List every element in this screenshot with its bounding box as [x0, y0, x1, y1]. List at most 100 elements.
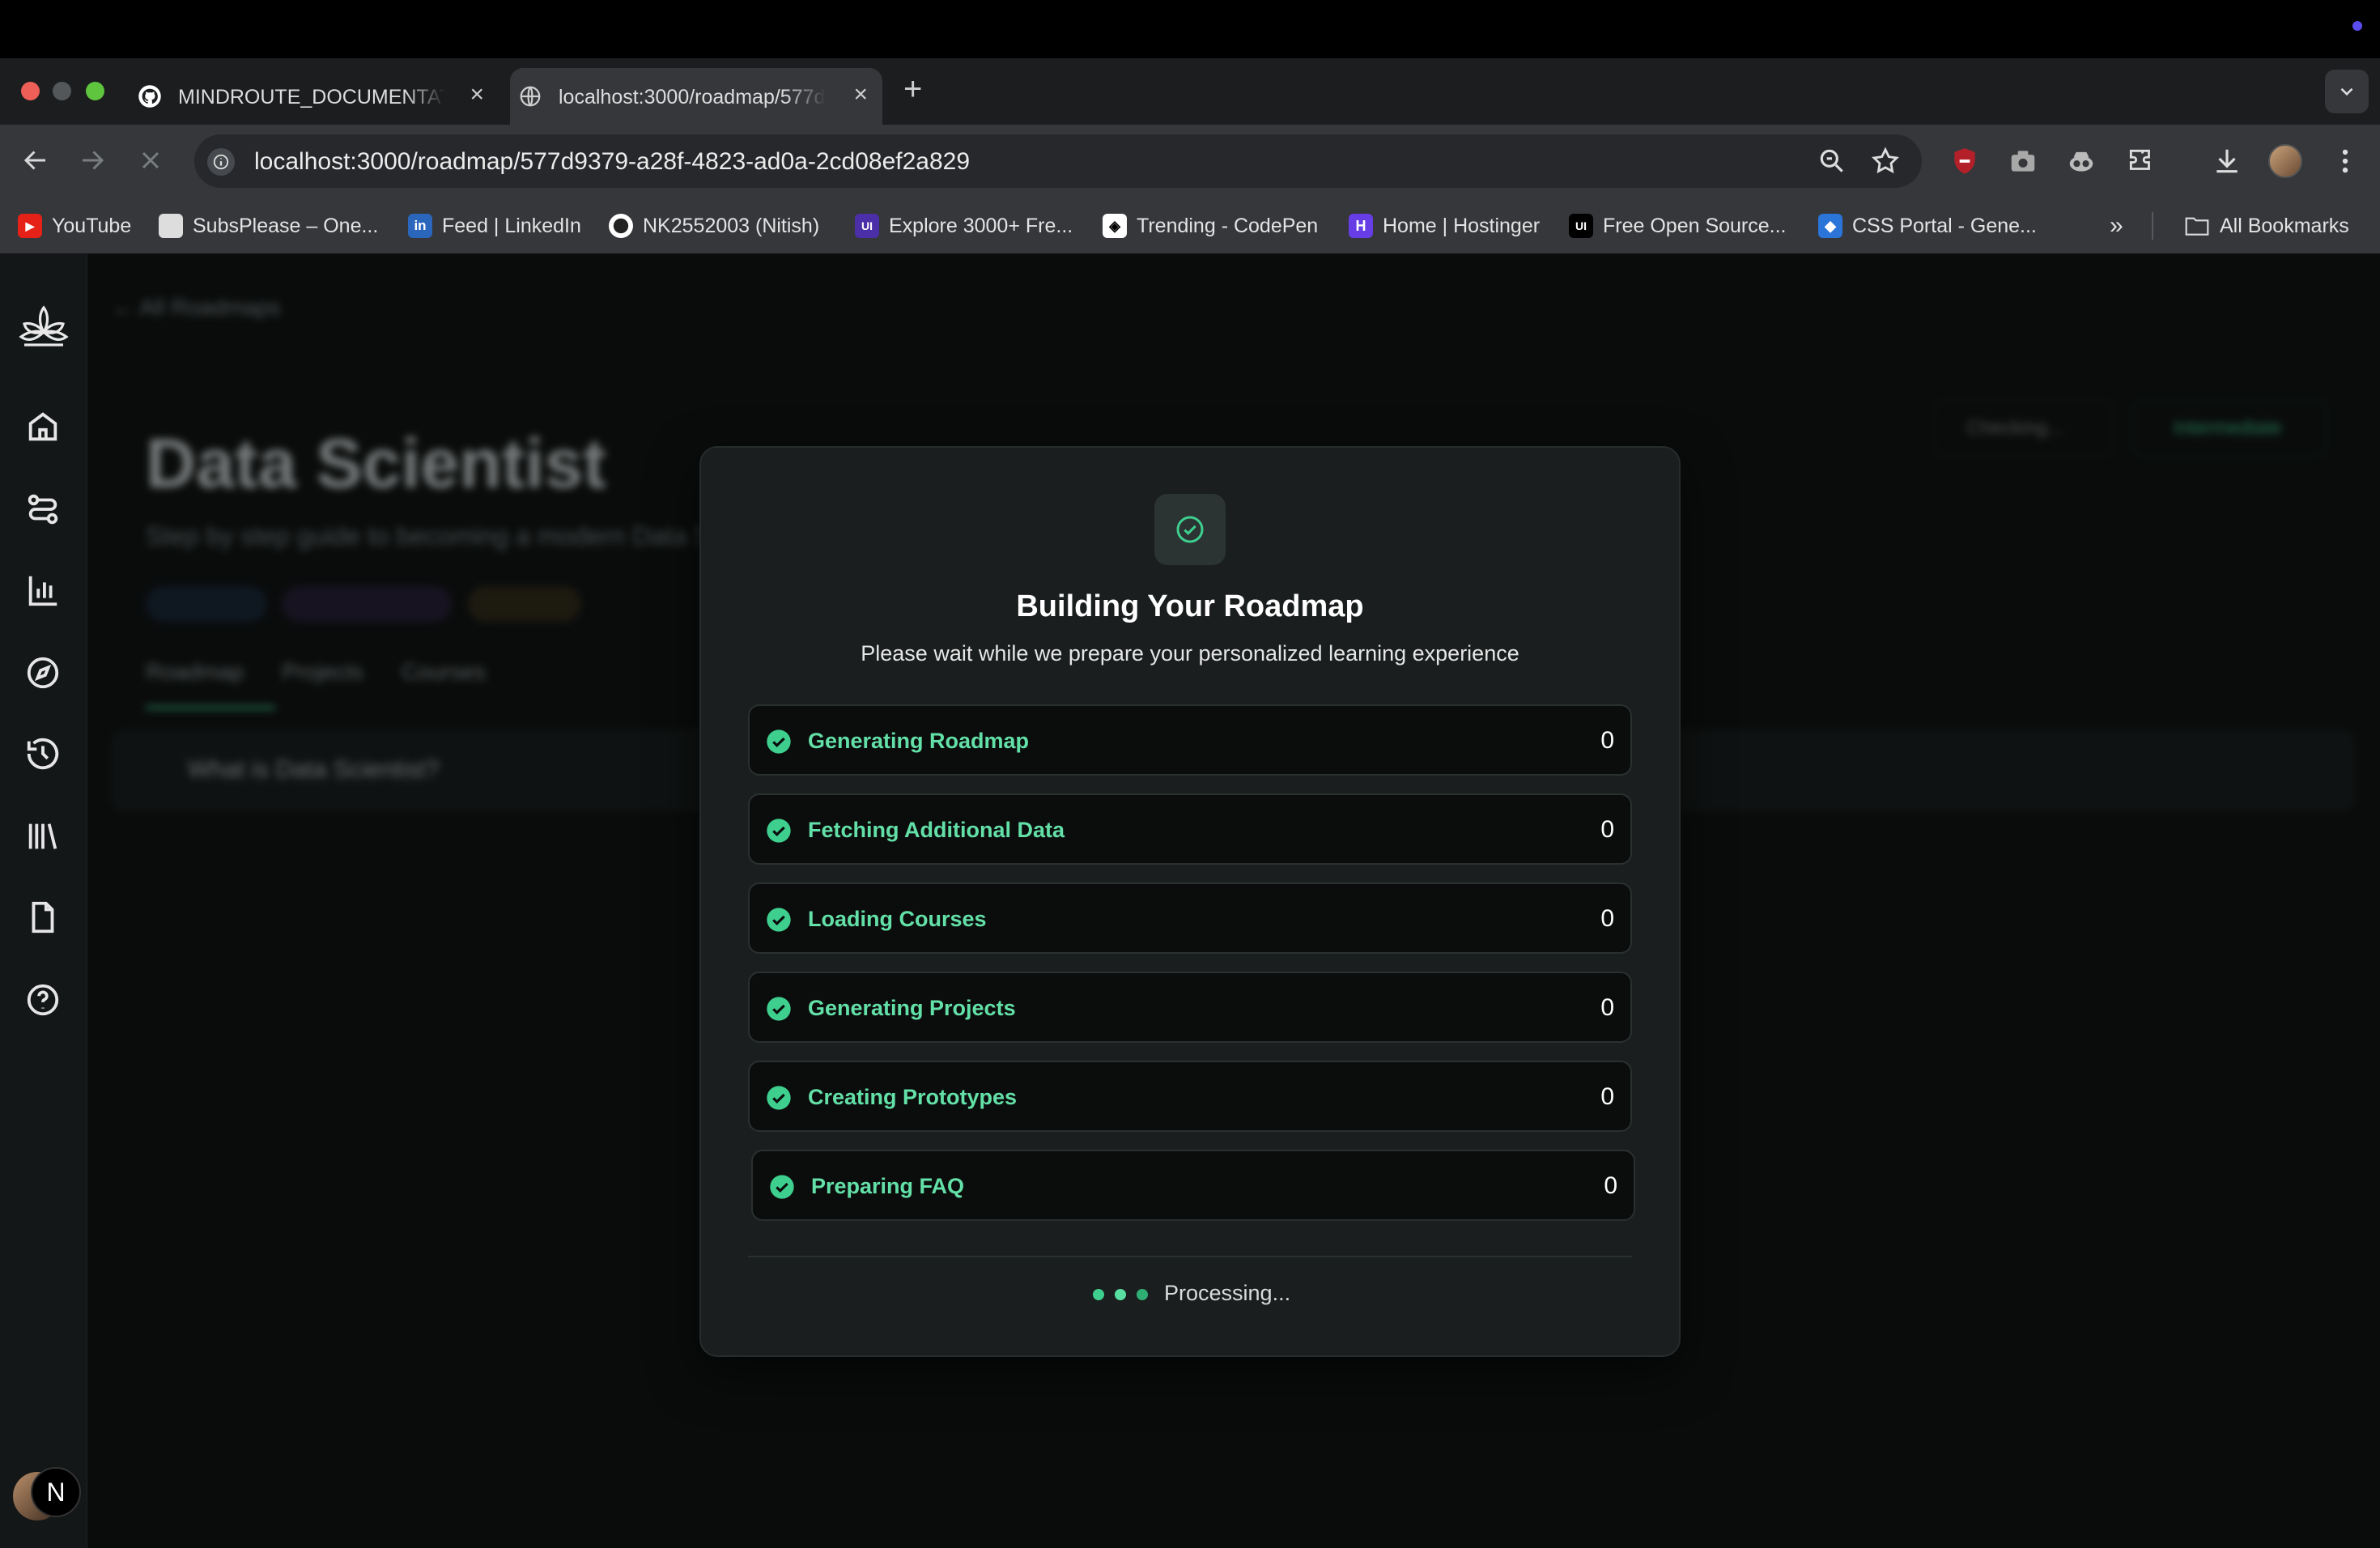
step-loading-courses: Loading Courses 0	[748, 882, 1632, 954]
background-tabs: Roadmap Projects Courses	[146, 659, 487, 684]
bookmark-subsplease[interactable]: SubsPlease – One...	[159, 212, 378, 240]
background-chip	[282, 586, 452, 622]
all-bookmarks-label: All Bookmarks	[2220, 214, 2349, 237]
bookmark-github[interactable]: NK2552003 (Nitish)	[609, 212, 819, 240]
linkedin-icon: in	[408, 214, 432, 238]
extensions-puzzle-icon[interactable]	[2126, 146, 2157, 176]
bookmark-linkedin[interactable]: in Feed | LinkedIn	[408, 212, 581, 240]
lotus-logo-icon[interactable]	[11, 295, 76, 359]
zoom-icon[interactable]	[1817, 146, 1847, 176]
site-info-icon[interactable]	[207, 148, 235, 176]
ui-icon: UI	[1569, 214, 1593, 238]
check-circle-icon	[767, 819, 791, 843]
download-icon[interactable]	[2212, 146, 2242, 176]
step-creating-prototypes: Creating Prototypes 0	[748, 1061, 1632, 1132]
close-tab-icon[interactable]: ×	[853, 83, 868, 107]
step-generating-projects: Generating Projects 0	[748, 972, 1632, 1043]
modal-title: Building Your Roadmap	[1016, 589, 1364, 623]
more-menu-icon[interactable]	[2330, 146, 2361, 176]
new-tab-button[interactable]: +	[903, 73, 922, 105]
bookmark-free-open-source[interactable]: UI Free Open Source...	[1569, 212, 1787, 240]
roadmap-route-icon[interactable]	[24, 491, 62, 528]
step-count: 0	[1600, 994, 1614, 1021]
tab-title: MINDROUTE_DOCUMENTATION	[178, 86, 445, 108]
adblock-extension-icon[interactable]	[1949, 146, 1980, 176]
analytics-chart-icon[interactable]	[24, 572, 62, 609]
forward-arrow-icon[interactable]	[78, 146, 107, 175]
check-circle-icon	[767, 908, 791, 932]
loading-dots	[1093, 1289, 1148, 1300]
bookmark-label: NK2552003 (Nitish)	[643, 214, 820, 237]
loading-dot	[1093, 1289, 1104, 1300]
background-page-subtitle: Step by step guide to becoming a modern …	[146, 521, 793, 551]
minimize-window-button[interactable]	[53, 82, 71, 100]
check-circle-icon	[767, 1086, 791, 1110]
close-window-button[interactable]	[21, 82, 40, 100]
step-preparing-faq: Preparing FAQ 0	[751, 1150, 1635, 1221]
bookmark-label: CSS Portal - Gene...	[1852, 214, 2037, 237]
modal-divider	[748, 1256, 1632, 1257]
library-icon[interactable]	[24, 818, 62, 855]
globe-icon	[520, 86, 541, 107]
os-menu-bar	[0, 0, 2380, 58]
step-label: Creating Prototypes	[808, 1085, 1018, 1109]
hostinger-icon: H	[1349, 214, 1373, 238]
subsplease-icon	[159, 214, 183, 238]
profile-avatar[interactable]	[2268, 144, 2302, 178]
bookmark-label: SubsPlease – One...	[193, 214, 379, 237]
codepen-icon: ◈	[1103, 214, 1127, 238]
back-to-roadmaps-link: ← All Roadmaps	[112, 295, 281, 320]
close-tab-icon[interactable]: ×	[470, 83, 484, 107]
background-chip	[146, 586, 267, 622]
bookmark-uiverse[interactable]: UI Explore 3000+ Fre...	[855, 212, 1073, 240]
incognito-extension-icon[interactable]	[2066, 146, 2097, 176]
step-count: 0	[1600, 1083, 1614, 1110]
github-icon	[609, 214, 633, 238]
loading-dot	[1137, 1289, 1148, 1300]
step-label: Loading Courses	[808, 907, 987, 931]
folder-icon	[2185, 217, 2209, 236]
bookmark-css-portal[interactable]: ◆ CSS Portal - Gene...	[1818, 212, 2037, 240]
bookmark-star-icon[interactable]	[1870, 146, 1901, 176]
uiverse-icon: UI	[855, 214, 879, 238]
step-count: 0	[1600, 816, 1614, 843]
back-arrow-icon[interactable]	[21, 146, 50, 175]
tab-title: localhost:3000/roadmap/577d9379	[559, 86, 826, 108]
bookmark-codepen[interactable]: ◈ Trending - CodePen	[1103, 212, 1318, 240]
bookmark-label: Free Open Source...	[1603, 214, 1787, 237]
step-generating-roadmap: Generating Roadmap 0	[748, 704, 1632, 776]
bookmarks-divider	[2152, 212, 2153, 240]
bookmarks-overflow-button[interactable]: »	[2110, 212, 2123, 240]
browser-tab-roadmap[interactable]: localhost:3000/roadmap/577d9379 ×	[510, 68, 882, 125]
background-tab-underline	[146, 706, 275, 709]
bookmark-hostinger[interactable]: H Home | Hostinger	[1349, 212, 1540, 240]
modal-subtitle: Please wait while we prepare your person…	[861, 641, 1519, 666]
home-icon[interactable]	[24, 408, 62, 445]
stop-loading-icon[interactable]	[136, 146, 165, 175]
document-icon[interactable]	[24, 899, 62, 936]
help-icon[interactable]	[24, 981, 62, 1019]
check-circle-icon	[767, 997, 791, 1021]
all-bookmarks-button[interactable]: All Bookmarks	[2184, 212, 2349, 240]
user-initial-badge[interactable]: N	[31, 1467, 81, 1517]
browser-tab-documentation[interactable]: MINDROUTE_DOCUMENTATION ×	[130, 68, 499, 125]
explore-compass-icon[interactable]	[24, 654, 62, 691]
bookmark-label: Explore 3000+ Fre...	[889, 214, 1073, 237]
background-faq-text: What is Data Scientist?	[188, 756, 440, 783]
loading-dot	[1115, 1289, 1126, 1300]
maximize-window-button[interactable]	[86, 82, 104, 100]
bookmark-label: YouTube	[52, 214, 132, 237]
processing-status-text: Processing...	[1164, 1281, 1291, 1305]
bookmark-youtube[interactable]: ▶ YouTube	[18, 212, 131, 240]
step-label: Generating Projects	[808, 996, 1016, 1020]
step-count: 0	[1604, 1172, 1617, 1199]
check-circle-icon	[1176, 516, 1204, 543]
step-count: 0	[1600, 905, 1614, 932]
background-level-button: Intermediate	[2132, 400, 2327, 457]
url-text[interactable]: localhost:3000/roadmap/577d9379-a28f-482…	[254, 148, 970, 176]
history-icon[interactable]	[24, 735, 62, 772]
step-count: 0	[1600, 727, 1614, 754]
tab-search-button[interactable]	[2325, 70, 2369, 113]
check-circle-icon	[767, 729, 791, 754]
camera-extension-icon[interactable]	[2008, 146, 2038, 176]
